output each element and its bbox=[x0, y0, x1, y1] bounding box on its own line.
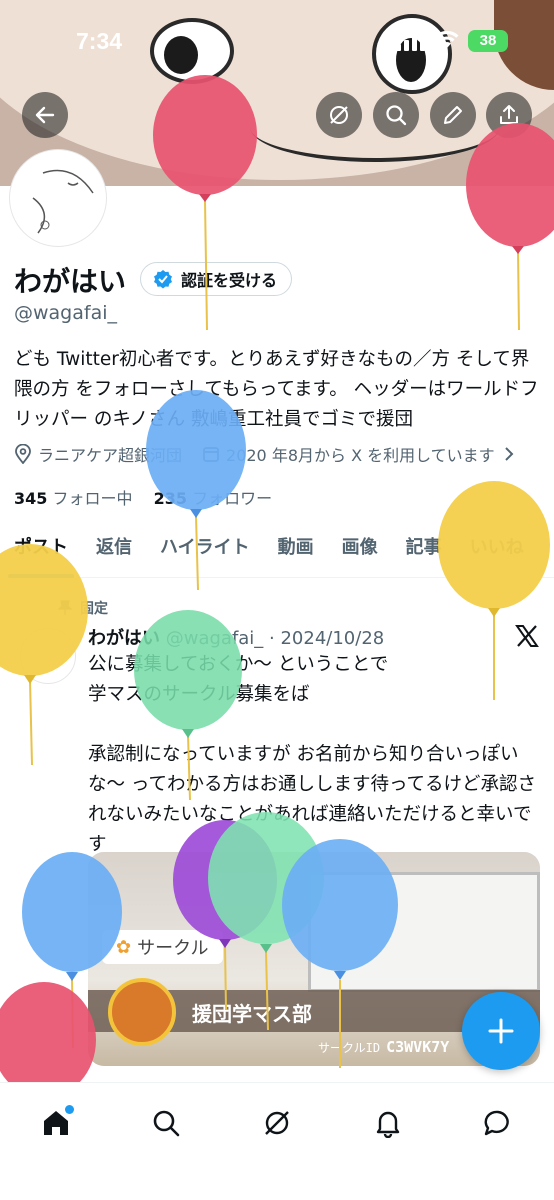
chevron-right-icon[interactable] bbox=[503, 446, 515, 462]
arrow-left-icon bbox=[35, 106, 55, 124]
tab-highlights[interactable]: ハイライト bbox=[146, 522, 264, 578]
location-text: ラニアケア超銀河団 bbox=[38, 446, 183, 465]
club-emblem-icon bbox=[108, 978, 176, 1046]
messages-icon bbox=[484, 1110, 509, 1136]
nav-search[interactable] bbox=[140, 1097, 192, 1149]
post-avatar[interactable] bbox=[20, 628, 76, 684]
pinned-label: 固定 bbox=[80, 601, 108, 617]
tab-articles[interactable]: 記事 bbox=[392, 522, 456, 578]
grok-icon bbox=[265, 1111, 289, 1135]
grok-icon bbox=[330, 106, 348, 124]
compose-post-button[interactable] bbox=[462, 992, 540, 1070]
search-button[interactable] bbox=[373, 92, 419, 138]
joined-item: 2020 年8月から X を利用しています bbox=[202, 442, 495, 466]
pencil-icon bbox=[444, 106, 462, 124]
follow-stats: 345 フォロー中 235 フォロワー bbox=[14, 485, 272, 509]
get-verified-label: 認証を受ける bbox=[181, 271, 278, 290]
pinned-indicator: 固定 bbox=[58, 598, 108, 618]
share-icon bbox=[500, 105, 518, 124]
following-count: 345 bbox=[14, 489, 48, 508]
post-author[interactable]: わがはい bbox=[88, 628, 160, 649]
balloon-red-3 bbox=[0, 982, 96, 1098]
location-pin-icon bbox=[15, 444, 31, 464]
nav-messages[interactable] bbox=[472, 1097, 524, 1149]
followers-count: 235 bbox=[153, 489, 188, 508]
search-icon bbox=[153, 1110, 180, 1137]
card-id-label: サークルID bbox=[318, 1041, 381, 1055]
tab-likes[interactable]: いいね bbox=[456, 522, 538, 578]
profile-bio: ども Twitter初心者です。とりあえず好きなもの／方 そして界隈の方 をフォ… bbox=[14, 349, 539, 430]
post-handle-date: @wagafai_ · 2024/10/28 bbox=[165, 628, 385, 649]
search-icon bbox=[386, 105, 407, 126]
plus-icon bbox=[488, 1018, 514, 1044]
card-tag-text: サークル bbox=[137, 938, 209, 959]
grok-button[interactable] bbox=[316, 92, 362, 138]
get-verified-button[interactable]: 認証を受ける bbox=[140, 262, 293, 296]
card-circle-id: サークルID C3WVK7Y bbox=[318, 1038, 449, 1056]
wifi-icon bbox=[435, 30, 459, 48]
nav-notifications[interactable] bbox=[362, 1097, 414, 1149]
share-button[interactable] bbox=[486, 92, 532, 138]
joined-text: 2020 年8月から X を利用しています bbox=[226, 446, 495, 465]
tab-posts[interactable]: ポスト bbox=[0, 522, 82, 578]
card-whiteboard bbox=[308, 872, 540, 992]
card-id-value: C3WVK7Y bbox=[386, 1038, 450, 1056]
profile-meta: ラニアケア超銀河団 2020 年8月から X を利用しています bbox=[14, 442, 554, 466]
nav-home[interactable] bbox=[30, 1097, 82, 1149]
profile-avatar[interactable] bbox=[10, 150, 106, 246]
edit-profile-button[interactable] bbox=[430, 92, 476, 138]
back-button[interactable] bbox=[22, 92, 68, 138]
sparkle-icon: ✿ bbox=[116, 936, 132, 958]
home-notification-dot bbox=[65, 1105, 74, 1114]
profile-name: わがはい bbox=[14, 265, 127, 298]
card-club-name: 援団学マス部 bbox=[192, 1002, 312, 1026]
location-item: ラニアケア超銀河団 bbox=[14, 442, 182, 466]
avatar-drawing bbox=[32, 169, 94, 234]
nav-grok[interactable] bbox=[251, 1097, 303, 1149]
verified-badge-icon bbox=[154, 270, 172, 289]
following-label: フォロー中 bbox=[52, 489, 133, 508]
tab-replies[interactable]: 返信 bbox=[82, 522, 146, 578]
cellular-signal-icon bbox=[396, 32, 425, 51]
calendar-icon bbox=[203, 447, 219, 462]
post-header: わがはい @wagafai_ · 2024/10/28 bbox=[88, 624, 384, 650]
tab-images[interactable]: 画像 bbox=[328, 522, 392, 578]
bell-icon bbox=[376, 1111, 400, 1138]
profile-handle: @wagafai_ bbox=[14, 302, 117, 324]
battery-indicator: 38 bbox=[468, 30, 508, 52]
status-time: 7:34 bbox=[76, 28, 123, 54]
profile-tabs: ポスト 返信 ハイライト 動画 画像 記事 いいね bbox=[0, 522, 554, 578]
bottom-navigation bbox=[0, 1082, 554, 1200]
post-text: 公に募集しておくか〜 ということで 学マスのサークル募集をば 承認制になっていま… bbox=[88, 654, 537, 855]
tab-videos[interactable]: 動画 bbox=[264, 522, 328, 578]
following-link[interactable]: 345 フォロー中 bbox=[14, 489, 133, 508]
x-logo-icon bbox=[515, 625, 539, 647]
followers-label: フォロワー bbox=[192, 489, 273, 508]
status-bar: 7:34 38 bbox=[0, 0, 554, 80]
card-tag: ✿ サークル bbox=[102, 930, 223, 964]
followers-link[interactable]: 235 フォロワー bbox=[154, 489, 273, 508]
pin-icon bbox=[58, 600, 72, 615]
